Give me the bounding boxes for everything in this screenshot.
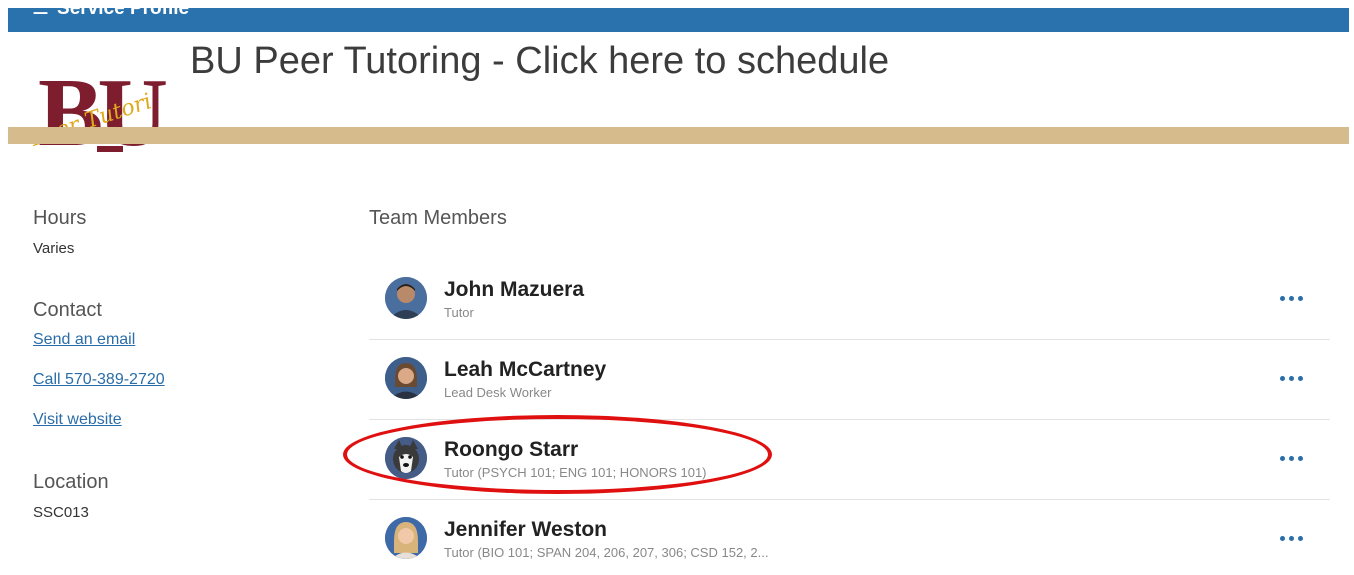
location-value: SSC013	[33, 504, 89, 521]
contact-label: Contact	[33, 299, 102, 321]
member-name[interactable]: Jennifer Weston	[444, 518, 607, 542]
member-role: Tutor (BIO 101; SPAN 204, 206, 207, 306;…	[444, 545, 769, 560]
call-phone-link[interactable]: Call 570-389-2720	[33, 371, 165, 389]
team-member-row[interactable]: Leah McCartney Lead Desk Worker	[369, 340, 1330, 420]
hours-value: Varies	[33, 240, 75, 257]
menu-icon[interactable]: ☰	[32, 8, 49, 19]
team-member-row[interactable]: John Mazuera Tutor	[369, 260, 1330, 340]
person-avatar	[385, 277, 427, 319]
person-avatar	[385, 517, 427, 559]
page-title[interactable]: BU Peer Tutoring - Click here to schedul…	[190, 40, 889, 83]
service-profile-label: ☰ Service Profile	[32, 8, 189, 20]
top-nav-bar: ☰ Service Profile	[8, 8, 1349, 32]
team-members-heading: Team Members	[369, 207, 507, 229]
team-member-row[interactable]: Roongo Starr Tutor (PSYCH 101; ENG 101; …	[369, 420, 1330, 500]
team-member-row[interactable]: Jennifer Weston Tutor (BIO 101; SPAN 204…	[369, 500, 1330, 575]
husky-mascot-avatar	[385, 437, 427, 479]
member-role: Tutor (PSYCH 101; ENG 101; HONORS 101)	[444, 465, 707, 480]
person-avatar	[385, 357, 427, 399]
title-divider	[8, 127, 1349, 144]
more-options-icon[interactable]	[1280, 448, 1304, 468]
member-role: Tutor	[444, 305, 474, 320]
member-name[interactable]: John Mazuera	[444, 278, 584, 302]
more-options-icon[interactable]	[1280, 528, 1304, 548]
hours-label: Hours	[33, 207, 87, 229]
member-name[interactable]: Roongo Starr	[444, 438, 578, 462]
member-role: Lead Desk Worker	[444, 385, 552, 400]
visit-website-link[interactable]: Visit website	[33, 411, 122, 429]
member-name[interactable]: Leah McCartney	[444, 358, 606, 382]
location-label: Location	[33, 471, 109, 493]
more-options-icon[interactable]	[1280, 288, 1304, 308]
more-options-icon[interactable]	[1280, 368, 1304, 388]
send-email-link[interactable]: Send an email	[33, 331, 135, 349]
team-members-list: John Mazuera Tutor Leah McCartney Lead D…	[369, 260, 1330, 575]
